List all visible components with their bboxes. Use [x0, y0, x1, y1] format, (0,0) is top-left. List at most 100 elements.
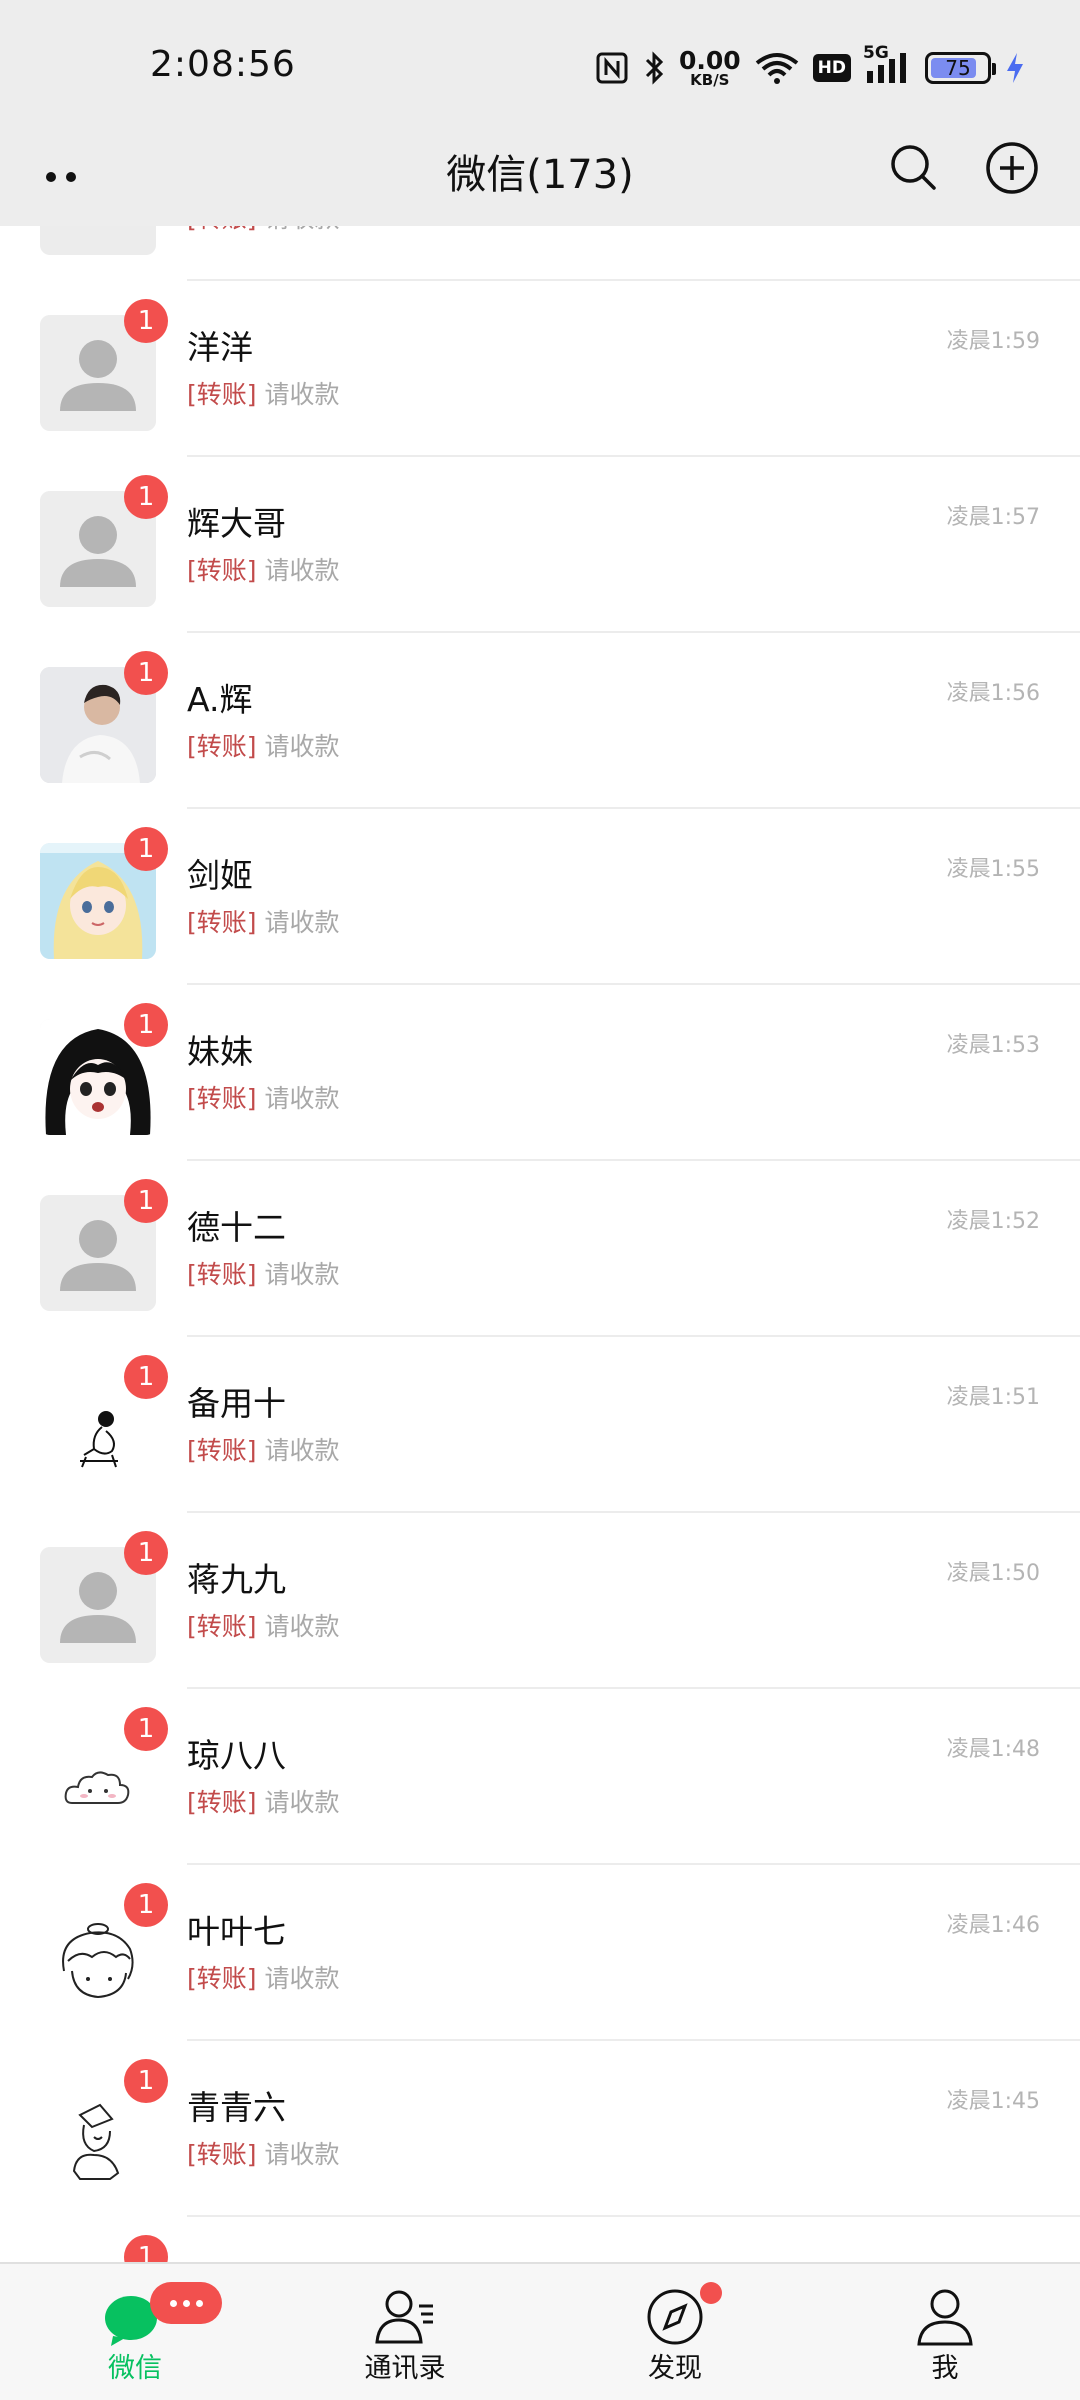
chat-time: 凌晨1:55: [946, 857, 1040, 882]
chat-item[interactable]: 1 德十二 [转账] 请收款 凌晨1:52: [0, 1161, 1080, 1337]
tab-contacts[interactable]: 通讯录: [270, 2264, 540, 2400]
transfer-tag: [转账]: [187, 732, 257, 761]
person-icon: [913, 2286, 977, 2348]
transfer-tag: [转账]: [187, 2140, 257, 2169]
chat-time: 凌晨1:57: [946, 505, 1040, 530]
net-speed-value: 0.00: [678, 46, 741, 75]
preview-text: 请收款: [264, 1436, 340, 1465]
bottom-tab-bar: 微信 通讯录 发现 我: [0, 2262, 1080, 2400]
chat-item[interactable]: 1 备用十 [转账] 请收款 凌晨1:51: [0, 1337, 1080, 1513]
chat-name: 叶叶七: [187, 1912, 286, 1951]
unread-badge: 1: [124, 475, 168, 519]
transfer-tag: [转账]: [187, 908, 257, 937]
preview-text: 请收款: [264, 380, 340, 409]
chat-item[interactable]: 1 辉大哥 [转账] 请收款 凌晨1:57: [0, 457, 1080, 633]
add-button[interactable]: [984, 140, 1040, 196]
chat-name: 辉大哥: [187, 504, 286, 543]
chat-time: 凌晨1:56: [946, 681, 1040, 706]
preview-text: 请收款: [264, 1788, 340, 1817]
tab-chats[interactable]: 微信: [0, 2264, 270, 2400]
chat-preview: [转账] 请收款: [187, 1079, 339, 1115]
chat-time: 凌晨1:50: [946, 1561, 1040, 1586]
search-button[interactable]: [886, 140, 942, 196]
notification-dot: [700, 2282, 722, 2304]
chat-item[interactable]: 1 剑姬 [转账] 请收款 凌晨1:55: [0, 809, 1080, 985]
chat-item[interactable]: 1 洋洋 [转账] 请收款 凌晨1:59: [0, 281, 1080, 457]
chat-name: 蒋九九: [187, 1560, 286, 1599]
chat-preview: [转账] 请收款: [187, 903, 339, 939]
battery-indicator: 75: [925, 52, 996, 84]
chat-name: 妹妹: [187, 1032, 253, 1071]
unread-badge: 1: [124, 651, 168, 695]
tab-label: 微信: [108, 2353, 162, 2384]
chat-name: 备用十: [187, 1384, 286, 1423]
chat-time: 凌晨1:45: [946, 2089, 1040, 2114]
preview-text: 请收款: [264, 1084, 340, 1113]
tab-label: 发现: [648, 2353, 702, 2384]
hd-indicator: HD: [812, 54, 851, 82]
chat-time: 凌晨1:46: [946, 1913, 1040, 1938]
top-bar: 2:08:56 0.00 KB/S HD 5G 75 微信(173): [0, 0, 1080, 226]
preview-text: 请收款: [264, 1964, 340, 1993]
transfer-tag: [转账]: [187, 1612, 257, 1641]
chat-name: A.辉: [187, 680, 253, 719]
unread-badge: 1: [124, 1179, 168, 1223]
chat-item[interactable]: 1 A.辉 [转账] 请收款 凌晨1:56: [0, 633, 1080, 809]
signal-icon: 5G: [863, 43, 911, 85]
status-icons: 0.00 KB/S HD 5G 75: [595, 43, 1025, 90]
unread-badge: 1: [124, 1355, 168, 1399]
chat-item[interactable]: 1 青青六 [转账] 请收款 凌晨1:45: [0, 2041, 1080, 2217]
preview-text: 请收款: [264, 1612, 340, 1641]
transfer-tag: [转账]: [187, 1964, 257, 1993]
unread-badge: 1: [124, 299, 168, 343]
chat-name: 琼八八: [187, 1736, 286, 1775]
network-type: 5G: [863, 43, 889, 63]
chat-time: 凌晨1:53: [946, 1033, 1040, 1058]
unread-badge: 1: [124, 1883, 168, 1927]
tab-label: 我: [931, 2353, 959, 2384]
tab-discover[interactable]: 发现: [540, 2264, 810, 2400]
wifi-icon: [755, 51, 799, 85]
contacts-icon: [373, 2286, 437, 2348]
plus-circle-icon: [986, 142, 1038, 194]
chat-item[interactable]: 1 妹妹 [转账] 请收款 凌晨1:53: [0, 985, 1080, 1161]
chat-list[interactable]: [转账] 请收款 1 洋洋 [转账] 请收款 凌晨1:59 1 辉大哥 [转账]…: [0, 0, 1080, 2262]
preview-text: 请收款: [264, 2140, 340, 2169]
unread-badge: 1: [124, 2235, 168, 2262]
chat-item[interactable]: 1 琼八八 [转账] 请收款 凌晨1:48: [0, 1689, 1080, 1865]
chat-preview: [转账] 请收款: [187, 2135, 339, 2171]
chat-name: 青青六: [187, 2088, 286, 2127]
chat-time: 凌晨1:52: [946, 1209, 1040, 1234]
preview-text: 请收款: [264, 556, 340, 585]
unread-more-pill: [150, 2282, 222, 2324]
chat-preview: [转账] 请收款: [187, 727, 339, 763]
nfc-icon: [595, 51, 629, 85]
bluetooth-icon: [643, 50, 665, 86]
unread-badge: 1: [124, 1707, 168, 1751]
status-bar: 2:08:56 0.00 KB/S HD 5G 75: [0, 0, 1080, 130]
net-speed-unit: KB/S: [690, 71, 730, 89]
preview-text: 请收款: [264, 908, 340, 937]
battery-level: 75: [945, 56, 971, 80]
compass-icon: [643, 2286, 707, 2348]
title-bar: 微信(173): [0, 130, 1080, 226]
chat-preview: [转账] 请收款: [187, 1959, 339, 1995]
chat-preview: [转账] 请收款: [187, 1255, 339, 1291]
chat-item[interactable]: 1 叶叶七 [转账] 请收款 凌晨1:46: [0, 1865, 1080, 2041]
chat-time: 凌晨1:51: [946, 1385, 1040, 1410]
unread-badge: 1: [124, 1003, 168, 1047]
chat-item[interactable]: 1: [0, 2217, 1080, 2262]
tab-me[interactable]: 我: [810, 2264, 1080, 2400]
chat-preview: [转账] 请收款: [187, 375, 339, 411]
transfer-tag: [转账]: [187, 1084, 257, 1113]
chat-preview: [转账] 请收款: [187, 551, 339, 587]
chat-time: 凌晨1:59: [946, 329, 1040, 354]
chat-item[interactable]: 1 蒋九九 [转账] 请收款 凌晨1:50: [0, 1513, 1080, 1689]
search-icon: [891, 145, 936, 190]
preview-text: 请收款: [264, 732, 340, 761]
unread-badge: 1: [124, 1531, 168, 1575]
unread-badge: 1: [124, 2059, 168, 2103]
net-speed: 0.00 KB/S: [679, 48, 741, 88]
chat-name: 洋洋: [187, 328, 253, 367]
transfer-tag: [转账]: [187, 1436, 257, 1465]
